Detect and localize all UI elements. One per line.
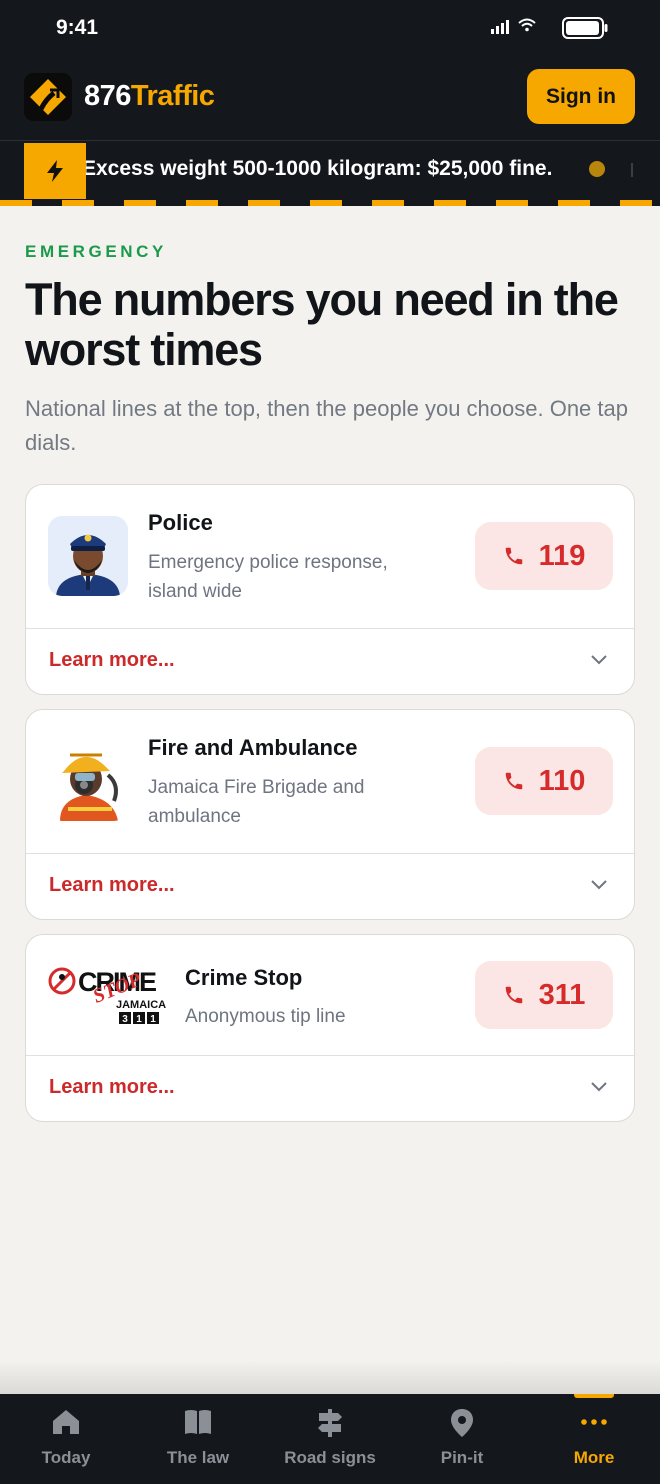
phone-icon [505, 772, 522, 790]
lightning-icon [24, 143, 86, 199]
police-officer-icon [48, 516, 128, 596]
page-title: The numbers you need in the worst times [25, 274, 619, 375]
nav-label: Road signs [284, 1448, 376, 1467]
contact-card-crime-stop: CRIME STOP JAMAICA 3 1 1 Crime Stop Anon… [25, 934, 635, 1122]
learn-more-toggle[interactable]: Learn more... [26, 629, 634, 694]
book-icon [185, 1410, 211, 1434]
app-header: 876Traffic Sign in [0, 60, 660, 140]
svg-text:JAMAICA: JAMAICA [116, 999, 166, 1011]
contact-description: Anonymous tip line [185, 1006, 346, 1027]
phone-icon [505, 547, 522, 565]
contact-description: Emergency police response, island wide [148, 552, 388, 602]
more-icon [581, 1419, 607, 1425]
signal-icon [491, 20, 509, 34]
status-time: 9:41 [56, 16, 99, 39]
signpost-icon [318, 1409, 342, 1437]
chevron-down-icon [591, 880, 607, 890]
svg-text:1: 1 [136, 1014, 142, 1025]
learn-more-label: Learn more... [49, 1076, 175, 1098]
call-number: 311 [538, 978, 586, 1011]
call-button-police[interactable]: 119 [475, 522, 613, 590]
nav-item-road-signs[interactable]: Road signs [264, 1394, 396, 1484]
call-number: 119 [538, 539, 586, 572]
crime-stop-logo: CRIME STOP JAMAICA 3 1 1 [48, 963, 168, 1025]
call-button-fire-ambulance[interactable]: 110 [475, 747, 613, 815]
pin-icon [451, 1409, 473, 1437]
contact-card-fire-ambulance: Fire and Ambulance Jamaica Fire Brigade … [25, 709, 635, 920]
firefighter-icon [48, 741, 128, 821]
wifi-icon [518, 18, 536, 32]
contact-card-police: Police Emergency police response, island… [25, 484, 635, 695]
nav-item-more[interactable]: More [528, 1394, 660, 1484]
learn-more-label: Learn more... [49, 874, 175, 896]
learn-more-toggle[interactable]: Learn more... [26, 854, 634, 919]
contact-description: Jamaica Fire Brigade and ambulance [148, 777, 365, 827]
chevron-down-icon [591, 1082, 607, 1092]
nav-label: More [573, 1448, 615, 1467]
contact-name: Crime Stop [185, 965, 303, 990]
ticker-text: Excess weight 500-1000 kilogram: $25,000… [86, 157, 553, 180]
status-bar: 9:41 [0, 0, 660, 60]
bottom-nav: Today The law Road signs Pin-it More [0, 1394, 660, 1484]
hazard-stripe [0, 200, 660, 206]
app-logo-icon [24, 73, 72, 121]
battery-icon [562, 17, 608, 39]
page-subtitle: National lines at the top, then the peop… [25, 396, 628, 455]
section-eyebrow: EMERGENCY [25, 242, 167, 261]
contact-name: Police [148, 510, 213, 535]
nav-label: The law [166, 1448, 230, 1467]
ticker-dot-icon [589, 161, 605, 177]
news-ticker: Excess weight 500-1000 kilogram: $25,000… [0, 140, 660, 206]
svg-text:3: 3 [122, 1014, 128, 1025]
svg-text:1: 1 [150, 1014, 156, 1025]
call-number: 110 [538, 764, 586, 797]
call-button-crime-stop[interactable]: 311 [475, 961, 613, 1029]
nav-label: Today [41, 1448, 91, 1467]
brand-name: 876Traffic [84, 80, 215, 112]
sign-in-button[interactable]: Sign in [527, 69, 635, 124]
nav-item-today[interactable]: Today [0, 1394, 132, 1484]
learn-more-label: Learn more... [49, 649, 175, 671]
nav-item-the-law[interactable]: The law [132, 1394, 264, 1484]
nav-item-pin-it[interactable]: Pin-it [396, 1394, 528, 1484]
home-icon [53, 1410, 79, 1434]
chevron-down-icon [591, 655, 607, 665]
phone-icon [505, 986, 522, 1004]
nav-label: Pin-it [440, 1448, 484, 1467]
learn-more-toggle[interactable]: Learn more... [26, 1056, 634, 1121]
contact-name: Fire and Ambulance [148, 735, 358, 760]
